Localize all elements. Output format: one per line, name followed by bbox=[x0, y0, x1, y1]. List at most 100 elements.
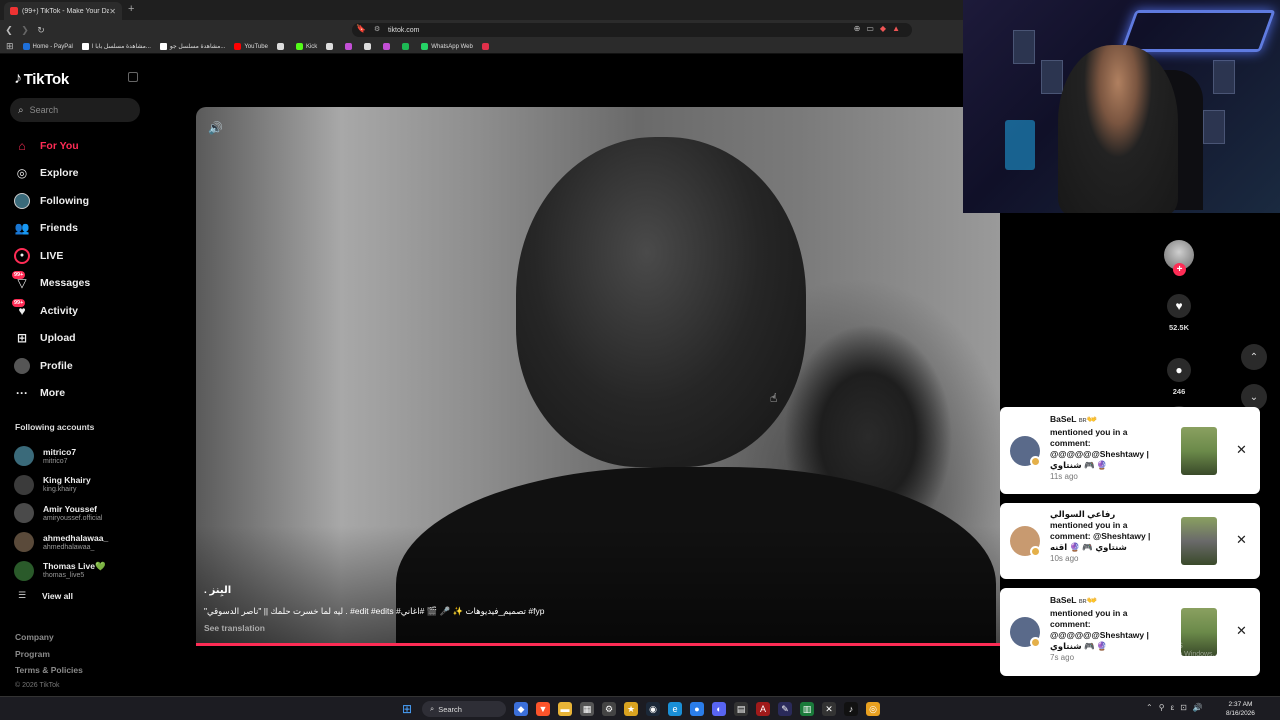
bookmark-item[interactable]: Kick bbox=[295, 43, 317, 50]
nav-item-upload[interactable]: ⊞ Upload bbox=[14, 325, 90, 353]
steam-icon[interactable]: ◉ bbox=[646, 702, 660, 716]
video-shade bbox=[196, 526, 1000, 646]
collapse-sidebar-icon[interactable] bbox=[128, 72, 138, 82]
bookmark-label: مشاهدة مسلسل بابا ا... bbox=[91, 44, 151, 50]
nav-item-profile[interactable]: Profile bbox=[14, 352, 90, 380]
tool-icon[interactable]: ✕ bbox=[822, 702, 836, 716]
search-icon: ⌕ bbox=[18, 104, 24, 116]
bookmark-item[interactable]: WhatsApp Web bbox=[421, 43, 473, 50]
volume-icon[interactable]: 🔊 bbox=[208, 121, 223, 135]
close-icon[interactable]: ✕ bbox=[1236, 442, 1247, 458]
apps-grid-icon[interactable]: ⊞ bbox=[6, 41, 14, 52]
back-icon[interactable]: ❮ bbox=[2, 25, 16, 36]
browser-tab[interactable]: (99+) TikTok - Make Your Day ✕ bbox=[4, 2, 122, 20]
view-all-label: View all bbox=[42, 590, 74, 601]
nav-item-live[interactable]: ● LIVE bbox=[14, 242, 90, 270]
bookmark-item[interactable] bbox=[345, 43, 355, 50]
nav-item-friends[interactable]: 👥 Friends bbox=[14, 215, 90, 243]
bookmark-item[interactable]: مشاهدة مسلسل جو... bbox=[159, 43, 225, 50]
taskbar-search[interactable]: ⌕ Search bbox=[422, 701, 506, 717]
brave-browser-icon[interactable]: ▼ bbox=[536, 702, 550, 716]
close-icon[interactable]: ✕ bbox=[1236, 623, 1247, 639]
view-all-button[interactable]: ☰ View all bbox=[14, 585, 108, 607]
footer-company-link[interactable]: Company bbox=[15, 632, 83, 649]
store-icon[interactable]: ▦ bbox=[580, 702, 594, 716]
footer-terms-link[interactable]: Terms & Policies bbox=[15, 665, 83, 682]
discord-icon[interactable]: ◐ bbox=[712, 702, 726, 716]
follow-plus-icon[interactable]: + bbox=[1173, 263, 1186, 276]
nav-item-for-you[interactable]: ⌂ For You bbox=[14, 132, 90, 160]
reload-icon[interactable]: ↻ bbox=[34, 25, 48, 36]
new-tab-button[interactable]: + bbox=[128, 3, 134, 15]
mention-notification[interactable]: رفاعي السوالي mentioned you in a comment: … bbox=[1000, 503, 1260, 579]
nav-item-following[interactable]: Following bbox=[14, 187, 90, 215]
bookmark-item[interactable] bbox=[402, 43, 412, 50]
footer-program-link[interactable]: Program bbox=[15, 649, 83, 666]
like-heart-icon[interactable]: ♥ bbox=[1167, 294, 1191, 318]
following-account-item[interactable]: ahmedhalawaa_ ahmedhalawaa_ bbox=[14, 528, 108, 557]
bookmark-item[interactable] bbox=[481, 43, 492, 50]
edge-icon[interactable]: e bbox=[668, 702, 682, 716]
system-clock[interactable]: 2:37 AM 8/16/2026 bbox=[1226, 700, 1255, 718]
tiktok-logo[interactable]: ♪ TikTok bbox=[14, 70, 69, 88]
search-box[interactable]: ⌕ bbox=[10, 98, 140, 122]
close-icon[interactable]: ✕ bbox=[1236, 532, 1247, 548]
app-icon[interactable]: ★ bbox=[624, 702, 638, 716]
close-tab-icon[interactable]: ✕ bbox=[109, 7, 116, 16]
notification-video-thumbnail[interactable] bbox=[1181, 426, 1217, 475]
upload-icon: ⊞ bbox=[16, 331, 28, 346]
nav-item-messages[interactable]: ▽ 99+ Messages bbox=[12, 270, 90, 298]
creator-avatar[interactable]: + bbox=[1164, 240, 1194, 276]
account-name: Thomas Live💚 bbox=[43, 561, 106, 572]
following-account-item[interactable]: mitrico7 mitrico7 bbox=[14, 442, 108, 471]
mention-notification[interactable]: BaSeL BR👐 mentioned you in a comment: @@@@@… bbox=[1000, 407, 1260, 494]
see-translation-link[interactable]: See translation bbox=[204, 623, 265, 633]
notification-video-thumbnail[interactable] bbox=[1181, 517, 1217, 565]
previous-video-chevron-up-icon[interactable]: ⌃ bbox=[1241, 344, 1267, 370]
nav-item-explore[interactable]: ◎ Explore bbox=[14, 160, 90, 188]
file-explorer-icon[interactable]: ▬ bbox=[558, 702, 572, 716]
editor-icon[interactable]: ✎ bbox=[778, 702, 792, 716]
tiktok-taskbar-icon[interactable]: ♪ bbox=[844, 702, 858, 716]
bookmark-item[interactable]: YouTube bbox=[234, 43, 268, 50]
bookmark-item[interactable] bbox=[364, 43, 374, 50]
activity-icon: ♥ 99+ bbox=[12, 298, 26, 318]
site-info-icon[interactable]: ⚙ bbox=[374, 25, 380, 33]
nav-item-activity[interactable]: ♥ 99+ Activity bbox=[12, 297, 90, 325]
nav-item-label: More bbox=[40, 387, 66, 400]
settings-gear-icon[interactable]: ⚙ bbox=[602, 702, 616, 716]
mention-notification[interactable]: BaSeL BR👐 mentioned you in a comment: @@@@@… bbox=[1000, 588, 1260, 676]
forward-icon[interactable]: ❯ bbox=[18, 25, 32, 36]
search-input[interactable] bbox=[29, 105, 125, 115]
video-player[interactable]: 🔊 ☝ البِنز . "ليه لما خسرت حلمك || "ناصر… bbox=[196, 107, 1000, 646]
chrome-taskbar-icon[interactable]: ◎ bbox=[866, 702, 880, 716]
bookmark-item[interactable]: Home - PayPal bbox=[22, 43, 73, 50]
address-bar[interactable]: 🔖 ⚙ tiktok.com ⊕▭◆▲ bbox=[352, 23, 912, 37]
copilot-icon[interactable]: ◆ bbox=[514, 702, 528, 716]
bookmark-item[interactable] bbox=[326, 43, 336, 50]
notification-text: mentioned you in a bbox=[1050, 608, 1128, 618]
following-account-item[interactable]: King Khairy king.khairy bbox=[14, 471, 108, 500]
windows-start-icon[interactable]: ⊞ bbox=[400, 702, 414, 716]
bookmark-item[interactable]: مشاهدة مسلسل بابا ا... bbox=[81, 43, 151, 50]
chrome-icon[interactable]: ● bbox=[690, 702, 704, 716]
sidebar-footer: Company Program Terms & Policies © 2026 … bbox=[15, 632, 83, 698]
nav-item-more[interactable]: ··· More bbox=[14, 380, 90, 408]
video-progress-bar[interactable] bbox=[196, 643, 1000, 646]
calculator-icon[interactable]: ▤ bbox=[734, 702, 748, 716]
address-bar-tools-icon[interactable]: ⊕▭◆▲ bbox=[854, 24, 906, 33]
adobe-icon[interactable]: A bbox=[756, 702, 770, 716]
video-author[interactable]: البِنز . bbox=[204, 585, 231, 596]
system-tray-icons[interactable]: ⌃⚲ε⊡🔊 bbox=[1146, 703, 1209, 712]
notification-time: 11s ago bbox=[1050, 472, 1078, 481]
taskbar-search-label: Search bbox=[438, 704, 462, 714]
nav-item-label: LIVE bbox=[40, 249, 64, 262]
bookmark-icon[interactable]: 🔖 bbox=[356, 24, 366, 33]
following-account-item[interactable]: Amir Youssef amiryoussef.official bbox=[14, 499, 108, 528]
sheets-icon[interactable]: ▥ bbox=[800, 702, 814, 716]
account-name: ahmedhalawaa_ bbox=[43, 532, 109, 543]
comment-icon[interactable]: ● bbox=[1167, 358, 1191, 382]
bookmark-item[interactable] bbox=[276, 43, 287, 50]
bookmark-item[interactable] bbox=[383, 43, 393, 50]
following-account-item[interactable]: Thomas Live💚 thomas_live5 bbox=[14, 556, 108, 585]
